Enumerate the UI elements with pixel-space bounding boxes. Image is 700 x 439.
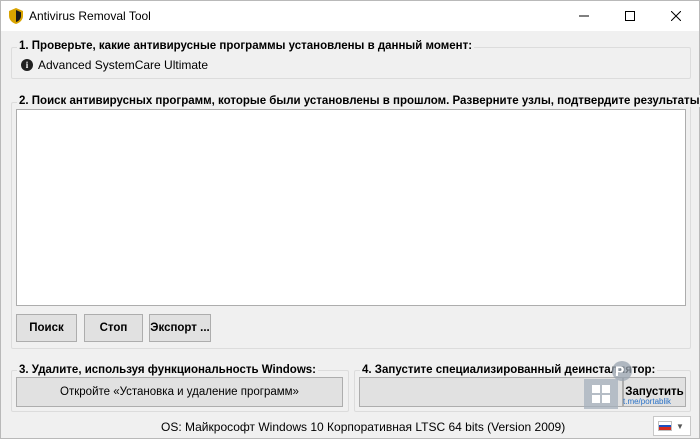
title-bar[interactable]: Antivirus Removal Tool: [1, 1, 699, 31]
search-button[interactable]: Поиск: [16, 314, 77, 342]
info-icon: i: [21, 59, 33, 71]
export-button[interactable]: Экспорт ...: [149, 314, 211, 342]
minimize-button[interactable]: [561, 1, 607, 31]
installed-antivirus-name: Advanced SystemCare Ultimate: [38, 58, 209, 72]
search-results-tree[interactable]: [16, 109, 686, 306]
maximize-icon: [625, 11, 635, 21]
language-select[interactable]: ▼: [653, 416, 691, 436]
shield-icon: [9, 8, 23, 24]
close-icon: [671, 11, 681, 21]
chevron-down-icon: ▼: [676, 421, 684, 431]
os-info-text: OS: Майкрософт Windows 10 Корпоративная …: [161, 420, 566, 434]
minimize-icon: [579, 15, 589, 17]
past-antivirus-title: 2. Поиск антивирусных программ, которые …: [17, 95, 700, 107]
windows-uninstall-title: 3. Удалите, используя функциональность W…: [17, 364, 319, 376]
installed-antivirus-title: 1. Проверьте, какие антивирусные програм…: [17, 40, 475, 52]
watermark-link: t.me/portablik: [623, 397, 672, 406]
open-programs-features-button[interactable]: Откройте «Установка и удаление программ»: [16, 377, 343, 407]
portablik-logo-icon: P: [584, 361, 632, 409]
russia-flag-icon: [658, 421, 672, 431]
window-title: Antivirus Removal Tool: [29, 9, 151, 23]
svg-text:P: P: [615, 363, 624, 379]
maximize-button[interactable]: [607, 1, 653, 31]
stop-button[interactable]: Стоп: [84, 314, 143, 342]
close-button[interactable]: [653, 1, 699, 31]
app-window: Antivirus Removal Tool 1. Проверьте, как…: [0, 0, 700, 439]
list-item: i Advanced SystemCare Ultimate: [21, 58, 208, 72]
